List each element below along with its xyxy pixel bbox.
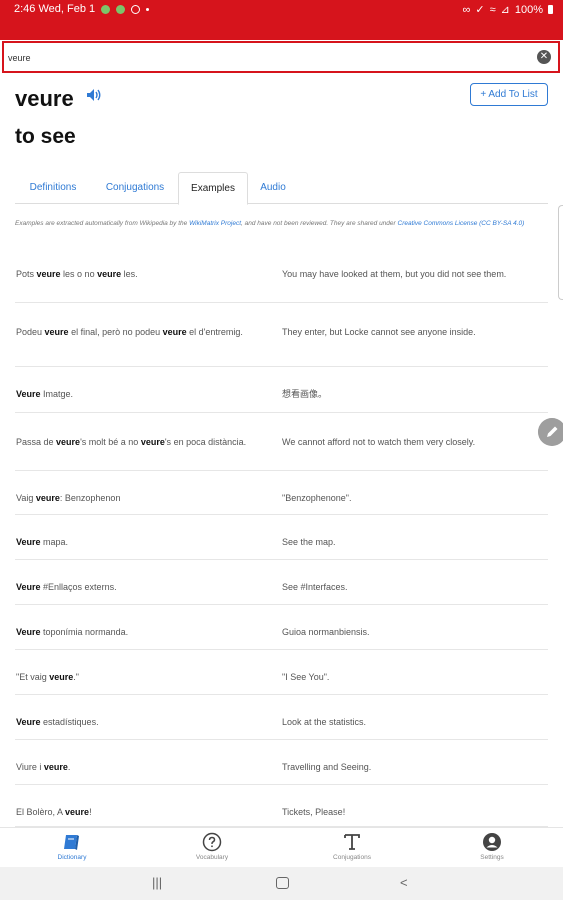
example-source-text: Passa de veure's molt bé a no veure's en…	[16, 437, 247, 447]
system-navigation-bar: ||| <	[0, 867, 563, 900]
clear-search-icon[interactable]: ✕	[537, 50, 551, 64]
nav-dictionary-label: Dictionary	[57, 854, 87, 861]
check-icon: ✓	[475, 4, 485, 16]
license-link[interactable]: Creative Commons License (CC BY-SA 4.0)	[398, 220, 525, 227]
status-left: 2:46 Wed, Feb 1	[14, 3, 150, 15]
text-t-icon	[344, 834, 360, 850]
wifi-icon: ≈	[489, 3, 496, 16]
nav-settings[interactable]: Settings	[452, 832, 532, 866]
license-notice: Examples are extracted automatically fro…	[15, 219, 545, 228]
example-row[interactable]: El Bolèro, A veure! Tickets, Please!	[15, 785, 548, 827]
example-row[interactable]: Veure Imatge. 想看画像。	[15, 367, 548, 413]
example-translation-text: "Benzophenone".	[282, 493, 352, 503]
example-source-text: Viure i veure.	[16, 762, 71, 772]
status-right: ∞ ✓ ≈ ⊿ 100%	[463, 3, 553, 16]
status-bar: 2:46 Wed, Feb 1 ∞ ✓ ≈ ⊿ 100%	[0, 0, 563, 40]
tab-conjugations[interactable]: Conjugations	[95, 172, 175, 204]
add-to-list-button[interactable]: + Add To List	[470, 83, 548, 106]
tab-bar: Definitions Conjugations Examples Audio	[15, 172, 548, 205]
example-row[interactable]: Podeu veure el final, però no podeu veur…	[15, 303, 548, 367]
example-translation-text: Tickets, Please!	[282, 807, 346, 817]
example-row[interactable]: Veure toponímia normanda. Guioa normanbie…	[15, 605, 548, 650]
home-icon[interactable]	[276, 877, 289, 889]
nav-conjugations[interactable]: Conjugations	[312, 832, 392, 866]
example-row[interactable]: Veure estadístiques. Look at the statisti…	[15, 695, 548, 740]
example-source-text: "Et vaig veure."	[16, 672, 79, 682]
book-icon	[64, 835, 79, 850]
example-translation-text: See #Interfaces.	[282, 582, 348, 592]
example-row[interactable]: Pots veure les o no veure les. You may ha…	[15, 245, 548, 303]
example-source-text: Veure Imatge.	[16, 389, 74, 399]
example-translation-text: Guioa normanbiensis.	[282, 627, 370, 637]
tab-definitions[interactable]: Definitions	[15, 172, 91, 204]
search-bar: ✕	[2, 41, 560, 73]
example-translation-text: "I See You".	[282, 672, 330, 682]
entry-translation: to see	[15, 125, 76, 148]
example-row[interactable]: "Et vaig veure." "I See You".	[15, 650, 548, 695]
tab-audio[interactable]: Audio	[251, 172, 295, 204]
example-source-text: Vaig veure: Benzophenon	[16, 493, 121, 503]
side-panel-handle[interactable]	[558, 205, 563, 300]
status-time: 2:46 Wed, Feb 1	[14, 3, 96, 15]
speaker-icon[interactable]	[86, 88, 102, 102]
example-source-text: Podeu veure el final, però no podeu veur…	[16, 327, 243, 337]
example-translation-text: 想看画像。	[282, 389, 328, 399]
notification-icon	[131, 4, 141, 14]
android-icon	[101, 4, 111, 14]
tab-examples[interactable]: Examples	[178, 172, 248, 205]
battery-icon	[548, 5, 553, 14]
example-translation-text: See the map.	[282, 537, 336, 547]
example-translation-text: Travelling and Seeing.	[282, 762, 372, 772]
notice-prefix: Examples are extracted automatically fro…	[15, 220, 190, 227]
example-source-text: El Bolèro, A veure!	[16, 807, 92, 817]
nav-vocabulary[interactable]: Vocabulary	[172, 832, 252, 866]
search-input[interactable]	[8, 49, 528, 67]
example-row[interactable]: Vaig veure: Benzophenon "Benzophenone".	[15, 471, 548, 515]
signal-icon: ⊿	[500, 4, 510, 16]
battery-level: 100%	[514, 3, 543, 16]
example-source-text: Veure #Enllaços externs.	[16, 582, 117, 592]
example-translation-text: Look at the statistics.	[282, 717, 367, 727]
example-translation-text: You may have looked at them, but you did…	[282, 269, 507, 279]
mute-icon: ∞	[462, 3, 471, 16]
nav-dictionary[interactable]: Dictionary	[32, 832, 112, 866]
edit-fab-icon[interactable]	[538, 418, 563, 446]
example-source-text: Veure toponímia normanda.	[16, 627, 129, 637]
example-row[interactable]: Veure #Enllaços externs. See #Interfaces.	[15, 560, 548, 605]
example-row[interactable]: Veure mapa. See the map.	[15, 515, 548, 560]
nav-settings-label: Settings	[480, 854, 504, 861]
nav-conjugations-label: Conjugations	[333, 854, 371, 861]
example-row[interactable]: Viure i veure. Travelling and Seeing.	[15, 740, 548, 785]
example-source-text: Pots veure les o no veure les.	[16, 269, 138, 279]
notice-middle: , and have not been reviewed. They are s…	[241, 220, 398, 227]
example-translation-text: We cannot afford not to watch them very …	[282, 437, 476, 447]
user-circle-icon	[483, 833, 501, 851]
question-circle-icon	[202, 832, 222, 852]
wikimatrix-link[interactable]: WikiMatrix Project	[189, 220, 241, 227]
bottom-navigation: Dictionary Vocabulary Conjugations Setti…	[0, 827, 563, 867]
nav-vocabulary-label: Vocabulary	[195, 854, 229, 861]
example-source-text: Veure mapa.	[16, 537, 69, 547]
more-notifications-icon	[146, 7, 150, 11]
example-source-text: Veure estadístiques.	[16, 717, 99, 727]
recent-apps-icon[interactable]: |||	[152, 875, 162, 891]
back-icon[interactable]: <	[400, 875, 408, 891]
example-row[interactable]: Passa de veure's molt bé a no veure's en…	[15, 413, 548, 471]
entry-word: veure	[15, 86, 74, 111]
example-translation-text: They enter, but Locke cannot see anyone …	[282, 327, 476, 337]
android-icon	[116, 4, 126, 14]
